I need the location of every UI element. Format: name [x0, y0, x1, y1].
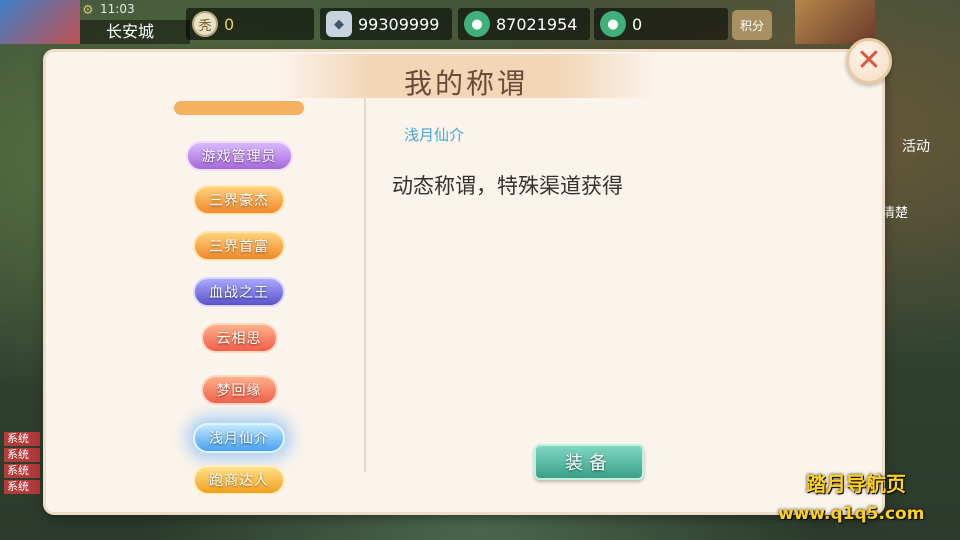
avatar[interactable]: [795, 0, 875, 44]
chat-tag: 系统: [4, 432, 40, 446]
title-banner: 我的称谓: [276, 54, 656, 100]
resource-value: 0: [632, 14, 643, 34]
resource-silver[interactable]: ◆ 99309999: [320, 8, 452, 40]
watermark-url: www.q1q5.com: [778, 504, 925, 524]
gold-coin-icon: 秃: [192, 11, 218, 37]
chat-tag: 系统: [4, 480, 40, 494]
watermark-title: 踏月导航页: [806, 472, 906, 496]
score-button[interactable]: 积分: [732, 10, 772, 40]
title-item[interactable]: 三界首富: [134, 226, 344, 266]
jade-icon: ●: [600, 11, 626, 37]
selected-title-description: 动态称谓，特殊渠道获得: [392, 174, 623, 198]
top-status-bar: ⚙ 11:03 长安城 秃 0 ◆ 99309999 ● 87021954 ● …: [0, 0, 960, 44]
right-side-panel: 活动 清楚: [882, 110, 960, 230]
side-text: 清楚: [882, 206, 909, 221]
chat-panel[interactable]: 系统 系统 系统 系统: [0, 430, 44, 540]
resource-jade[interactable]: ● 87021954: [458, 8, 590, 40]
title-item[interactable]: 三界豪杰: [134, 180, 344, 220]
resource-value: 87021954: [496, 14, 578, 34]
selected-title-name: 浅月仙介: [404, 126, 465, 144]
close-icon: ✕: [856, 43, 882, 78]
title-item-selected[interactable]: 浅月仙介: [134, 418, 344, 458]
title-item[interactable]: 血战之王: [134, 272, 344, 312]
title-item[interactable]: 云相思: [134, 318, 344, 358]
chat-tag: 系统: [4, 464, 40, 478]
title-item[interactable]: 梦回缘: [134, 370, 344, 410]
close-button[interactable]: ✕: [846, 38, 892, 84]
resource-gold[interactable]: 秃 0: [186, 8, 314, 40]
resource-value: 99309999: [358, 14, 440, 34]
left-nav-button[interactable]: [0, 0, 80, 44]
gear-icon[interactable]: ⚙: [82, 3, 94, 18]
resource-jade-2[interactable]: ● 0: [594, 8, 728, 40]
dialog-title: 我的称谓: [403, 67, 528, 100]
jade-icon: ●: [464, 11, 490, 37]
activity-button[interactable]: 活动: [902, 136, 930, 156]
title-list[interactable]: 游戏管理员 三界豪杰 三界首富 血战之王 云相思 梦回缘 浅月仙介 跑商达人: [134, 98, 344, 500]
equip-button[interactable]: 装备: [534, 444, 644, 480]
title-item-partial[interactable]: [134, 98, 344, 128]
title-item[interactable]: 游戏管理员: [134, 136, 344, 176]
my-titles-dialog: 我的称谓 ✕ 游戏管理员 三界豪杰 三界首富 血战之王 云相思 梦回缘 浅月仙介…: [46, 38, 892, 512]
chat-tag: 系统: [4, 448, 40, 462]
clock: 11:03: [100, 2, 135, 16]
city-name: 长安城: [80, 20, 190, 44]
silver-ingot-icon: ◆: [326, 11, 352, 37]
panel-divider: [364, 98, 366, 472]
title-item[interactable]: 跑商达人: [134, 460, 344, 500]
resource-value: 0: [224, 14, 235, 34]
